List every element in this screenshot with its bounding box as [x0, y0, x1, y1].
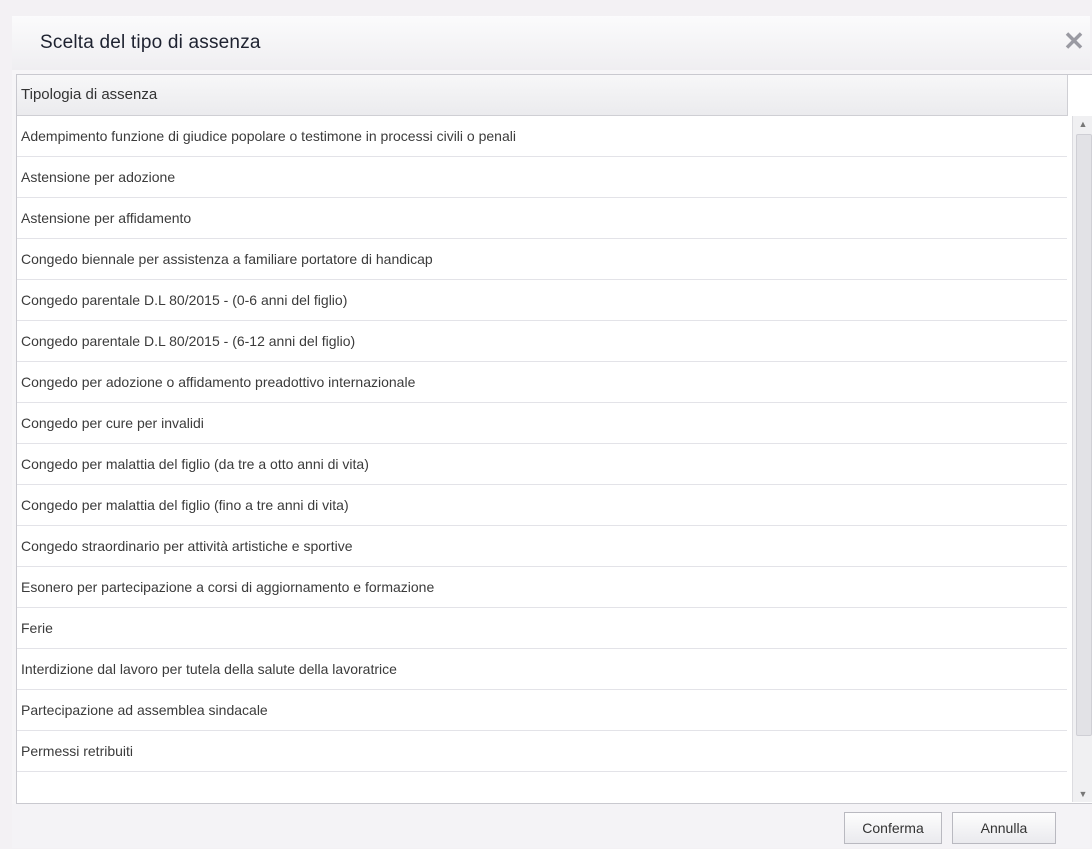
- table-row[interactable]: Congedo per malattia del figlio (fino a …: [17, 485, 1067, 526]
- absence-type-grid: Tipologia di assenza Adempimento funzion…: [16, 74, 1092, 804]
- table-row[interactable]: Congedo per malattia del figlio (da tre …: [17, 444, 1067, 485]
- cancel-button[interactable]: Annulla: [952, 812, 1056, 844]
- absence-type-dialog: Scelta del tipo di assenza ✕ Tipologia d…: [12, 16, 1092, 848]
- column-header[interactable]: Tipologia di assenza: [17, 75, 1068, 116]
- table-row[interactable]: Congedo parentale D.L 80/2015 - (0-6 ann…: [17, 280, 1067, 321]
- table-row[interactable]: Interdizione dal lavoro per tutela della…: [17, 649, 1067, 690]
- row-label: Congedo per malattia del figlio (fino a …: [21, 497, 349, 513]
- confirm-button[interactable]: Conferma: [844, 812, 942, 844]
- row-label: Astensione per affidamento: [21, 210, 192, 226]
- row-label: Congedo per adozione o affidamento pread…: [21, 374, 416, 390]
- row-label: Ferie: [21, 620, 53, 636]
- row-label: Permessi retribuiti: [21, 743, 134, 759]
- grid-rows: Adempimento funzione di giudice popolare…: [17, 116, 1067, 802]
- row-label: Adempimento funzione di giudice popolare…: [21, 128, 516, 144]
- scroll-down-arrow-icon[interactable]: ▼: [1073, 786, 1092, 802]
- table-row[interactable]: Congedo parentale D.L 80/2015 - (6-12 an…: [17, 321, 1067, 362]
- row-label: Congedo parentale D.L 80/2015 - (0-6 ann…: [21, 292, 348, 308]
- table-row[interactable]: Congedo straordinario per attività artis…: [17, 526, 1067, 567]
- table-row[interactable]: Congedo per cure per invalidi: [17, 403, 1067, 444]
- row-label: Congedo biennale per assistenza a famili…: [21, 251, 433, 267]
- dialog-footer: Conferma Annulla: [12, 804, 1090, 848]
- row-label: Congedo per malattia del figlio (da tre …: [21, 456, 369, 472]
- table-row[interactable]: Congedo per adozione o affidamento pread…: [17, 362, 1067, 403]
- close-icon[interactable]: ✕: [1060, 26, 1088, 56]
- scroll-up-arrow-icon[interactable]: ▲: [1073, 116, 1092, 132]
- table-row[interactable]: Adempimento funzione di giudice popolare…: [17, 116, 1067, 157]
- row-label: Partecipazione ad assemblea sindacale: [21, 702, 268, 718]
- row-label: Esonero per partecipazione a corsi di ag…: [21, 579, 435, 595]
- row-label: Astensione per adozione: [21, 169, 176, 185]
- vertical-scrollbar[interactable]: ▲ ▼: [1072, 116, 1092, 802]
- table-row[interactable]: Permessi retribuiti: [17, 731, 1067, 772]
- row-label: Congedo parentale D.L 80/2015 - (6-12 an…: [21, 333, 356, 349]
- table-row[interactable]: Ferie: [17, 608, 1067, 649]
- table-row[interactable]: Astensione per adozione: [17, 157, 1067, 198]
- table-row[interactable]: Esonero per partecipazione a corsi di ag…: [17, 567, 1067, 608]
- dialog-titlebar: Scelta del tipo di assenza ✕: [12, 16, 1090, 70]
- table-row[interactable]: Partecipazione ad assemblea sindacale: [17, 690, 1067, 731]
- scrollbar-thumb[interactable]: [1076, 134, 1092, 736]
- row-label: Congedo straordinario per attività artis…: [21, 538, 353, 554]
- table-row[interactable]: Congedo biennale per assistenza a famili…: [17, 239, 1067, 280]
- dialog-title: Scelta del tipo di assenza: [40, 32, 261, 53]
- row-label: Interdizione dal lavoro per tutela della…: [21, 661, 397, 677]
- column-header-label: Tipologia di assenza: [21, 86, 158, 103]
- row-label: Congedo per cure per invalidi: [21, 415, 204, 431]
- table-row[interactable]: Astensione per affidamento: [17, 198, 1067, 239]
